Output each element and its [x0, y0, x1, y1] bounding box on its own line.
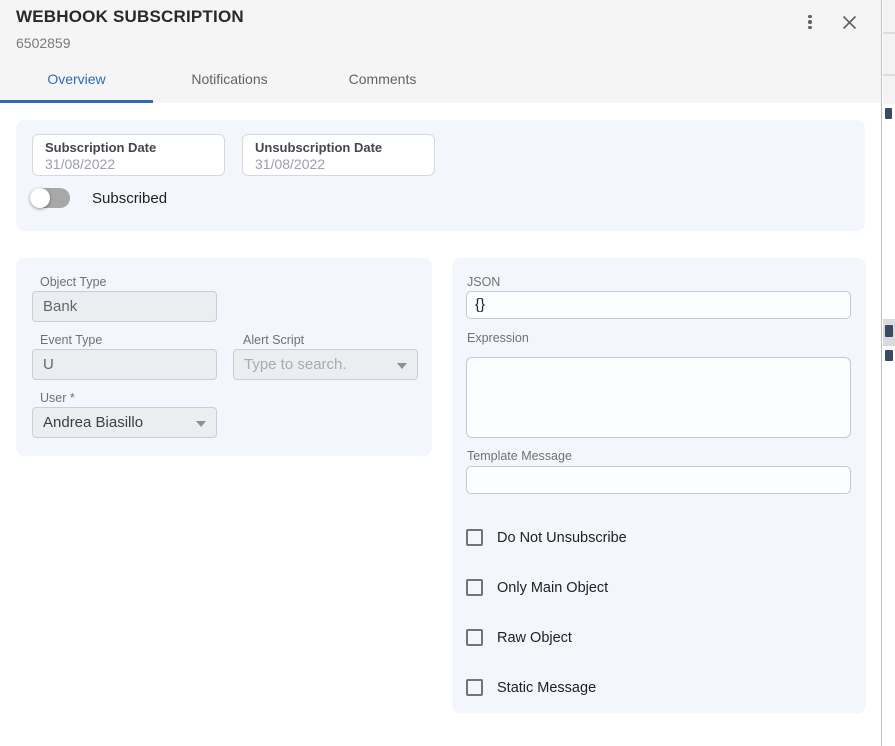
- template-message-input[interactable]: [466, 466, 851, 494]
- more-options-icon[interactable]: [799, 11, 821, 33]
- json-input[interactable]: {}: [466, 291, 851, 319]
- background-text-fragment: [885, 350, 893, 361]
- record-id: 6502859: [16, 35, 71, 51]
- object-type-label: Object Type: [40, 275, 106, 289]
- close-icon[interactable]: [838, 11, 860, 33]
- tab-comments-label: Comments: [349, 71, 417, 87]
- toggle-knob: [30, 188, 50, 208]
- webhook-subscription-dialog: WEBHOOK SUBSCRIPTION 6502859 Overview No…: [0, 0, 881, 746]
- screen: WEBHOOK SUBSCRIPTION 6502859 Overview No…: [0, 0, 895, 746]
- unsubscription-date-value: 31/08/2022: [255, 156, 422, 173]
- dropdown-arrow-icon: [196, 421, 206, 427]
- expression-textarea[interactable]: [466, 357, 851, 438]
- checkbox-label: Static Message: [497, 680, 596, 696]
- dropdown-arrow-icon: [397, 363, 407, 369]
- details-panel: Object Type Bank Event Type U Alert Scri…: [16, 258, 432, 456]
- user-label: User *: [40, 391, 75, 405]
- subscription-date-field[interactable]: Subscription Date 31/08/2022: [32, 134, 225, 176]
- checkbox-unchecked-icon[interactable]: [466, 629, 483, 646]
- tab-overview-label: Overview: [47, 71, 105, 87]
- json-label: JSON: [467, 275, 500, 289]
- checkbox-label: Raw Object: [497, 630, 572, 646]
- object-type-input[interactable]: Bank: [32, 291, 217, 322]
- checkbox-row-only-main-object[interactable]: Only Main Object: [466, 579, 608, 596]
- tab-bar: Overview Notifications Comments: [0, 59, 459, 103]
- background-text-fragment: [885, 325, 893, 337]
- unsubscription-date-field[interactable]: Unsubscription Date 31/08/2022: [242, 134, 435, 176]
- alert-script-label: Alert Script: [243, 333, 304, 347]
- checkbox-label: Only Main Object: [497, 580, 608, 596]
- tab-overview[interactable]: Overview: [0, 59, 153, 103]
- checkbox-row-static-message[interactable]: Static Message: [466, 679, 596, 696]
- subscription-date-label: Subscription Date: [45, 140, 212, 155]
- background-page-header: [883, 0, 895, 104]
- checkbox-unchecked-icon[interactable]: [466, 529, 483, 546]
- checkbox-label: Do Not Unsubscribe: [497, 530, 627, 546]
- object-type-value: Bank: [43, 298, 77, 315]
- subscription-date-value: 31/08/2022: [45, 156, 212, 173]
- tab-comments[interactable]: Comments: [306, 59, 459, 103]
- expression-label: Expression: [467, 331, 529, 345]
- subscribed-toggle-row: Subscribed: [30, 186, 167, 210]
- unsubscription-date-label: Unsubscription Date: [255, 140, 422, 155]
- background-divider: [883, 74, 895, 76]
- background-page-strip: [881, 0, 895, 746]
- alert-script-select[interactable]: Type to search.: [233, 349, 418, 380]
- event-type-input[interactable]: U: [32, 349, 217, 380]
- alert-script-placeholder: Type to search.: [244, 356, 347, 373]
- checkbox-unchecked-icon[interactable]: [466, 579, 483, 596]
- subscribed-toggle[interactable]: [30, 188, 70, 208]
- tab-notifications[interactable]: Notifications: [153, 59, 306, 103]
- user-value: Andrea Biasillo: [43, 414, 143, 431]
- background-divider: [883, 32, 895, 34]
- dialog-title: WEBHOOK SUBSCRIPTION: [16, 7, 244, 27]
- checkbox-row-raw-object[interactable]: Raw Object: [466, 629, 572, 646]
- event-type-value: U: [43, 356, 54, 373]
- template-message-label: Template Message: [467, 449, 572, 463]
- subscription-panel: Subscription Date 31/08/2022 Unsubscript…: [16, 120, 865, 231]
- json-value: {}: [475, 296, 485, 313]
- checkbox-unchecked-icon[interactable]: [466, 679, 483, 696]
- background-text-fragment: [885, 108, 892, 119]
- user-select[interactable]: Andrea Biasillo: [32, 407, 217, 438]
- dialog-header: WEBHOOK SUBSCRIPTION 6502859 Overview No…: [0, 0, 881, 103]
- message-panel: JSON {} Expression Template Message Do N…: [452, 258, 866, 713]
- event-type-label: Event Type: [40, 333, 102, 347]
- tab-notifications-label: Notifications: [191, 71, 267, 87]
- checkbox-row-do-not-unsubscribe[interactable]: Do Not Unsubscribe: [466, 529, 627, 546]
- subscribed-toggle-label: Subscribed: [92, 190, 167, 207]
